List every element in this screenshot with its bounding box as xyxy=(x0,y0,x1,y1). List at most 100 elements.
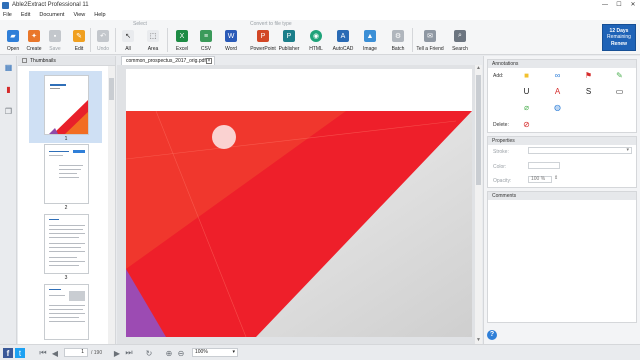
convert-word-button[interactable]: W Word xyxy=(220,28,242,54)
underline-icon[interactable]: U xyxy=(522,87,531,96)
cover-page-artwork xyxy=(126,69,472,337)
text-color-icon[interactable]: A xyxy=(553,87,562,96)
convert-autocad-button[interactable]: A AutoCAD xyxy=(332,28,354,54)
last-page-icon[interactable]: ⏭ xyxy=(124,348,134,358)
menu-help[interactable]: Help xyxy=(94,12,105,18)
twitter-icon[interactable]: t xyxy=(15,348,25,358)
document-viewer: ▲ ▼ xyxy=(117,65,482,344)
ribbon-toolbar: Select Convert to file type ▰ Open ✦ Cre… xyxy=(0,20,640,55)
powerpoint-icon: P xyxy=(257,30,269,42)
document-scroll-knob[interactable] xyxy=(476,75,481,185)
opacity-stepper-icon[interactable]: ⇕ xyxy=(554,175,558,181)
comments-section: Comments xyxy=(487,191,637,323)
ribbon-separator xyxy=(90,28,91,52)
search-button[interactable]: ⌕ Search xyxy=(449,28,471,54)
left-tool-strip: ▦ ▮ ❐ xyxy=(0,56,17,344)
strikethrough-icon[interactable]: S xyxy=(584,87,593,96)
annotations-delete-label: Delete: xyxy=(493,122,509,128)
renew-promo-button[interactable]: 12 Days Remaining Renew xyxy=(602,24,636,51)
rotate-icon[interactable]: ↻ xyxy=(144,348,154,358)
thumbnails-title: Thumbnails xyxy=(30,57,56,64)
thumbnails-scroll-knob[interactable] xyxy=(109,78,114,100)
minimize-button[interactable]: — xyxy=(598,0,612,10)
color-picker[interactable] xyxy=(528,162,560,169)
create-button[interactable]: ✦ Create xyxy=(23,28,45,54)
opacity-input[interactable]: 100 % xyxy=(528,176,552,183)
thumbnail-page-4[interactable] xyxy=(44,284,89,340)
page-number-input[interactable]: 1 xyxy=(64,348,88,357)
stamp-icon[interactable]: ⚑ xyxy=(584,71,593,80)
convert-html-button[interactable]: ◉ HTML xyxy=(305,28,327,54)
ribbon-separator xyxy=(115,28,116,52)
publisher-icon: P xyxy=(283,30,295,42)
html-globe-icon: ◉ xyxy=(310,30,322,42)
sticky-note-icon[interactable]: ■ xyxy=(522,71,531,80)
select-area-button[interactable]: ⬚ Area xyxy=(142,28,164,54)
close-tab-icon[interactable]: × xyxy=(206,58,212,64)
document-tab-bar: common_prospectus_2017_orig.pdf × xyxy=(117,56,482,65)
thumbnail-page-1[interactable] xyxy=(44,75,89,135)
envelope-icon: ✉ xyxy=(424,30,436,42)
undo-button[interactable]: ↶ Undo xyxy=(92,28,114,54)
create-pdf-icon: ✦ xyxy=(28,30,40,42)
thumbnail-page-number: 3 xyxy=(64,275,68,281)
scroll-up-icon[interactable]: ▲ xyxy=(475,65,482,72)
help-icon[interactable]: ? xyxy=(487,330,497,340)
document-tab[interactable]: common_prospectus_2017_orig.pdf × xyxy=(121,56,215,65)
ribbon-separator xyxy=(167,28,168,52)
convert-csv-button[interactable]: ≡ CSV xyxy=(195,28,217,54)
convert-powerpoint-button[interactable]: P PowerPoint xyxy=(250,28,276,54)
thumbnail-page-2[interactable] xyxy=(44,144,89,204)
pencil-icon: ✎ xyxy=(73,30,85,42)
right-panel: Annotations Add: ■ ∞ ⚑ ✎ U A S ▭ ⌀ ◍ Del… xyxy=(483,56,640,344)
zoom-out-icon[interactable]: ⊖ xyxy=(176,348,186,358)
bookmark-icon[interactable]: ▮ xyxy=(3,84,14,95)
csv-icon: ≡ xyxy=(200,30,212,42)
zoom-select[interactable]: 100% ▾ xyxy=(192,348,238,357)
previous-page-icon[interactable]: ◀ xyxy=(50,348,60,358)
text-box-icon[interactable]: ▭ xyxy=(615,87,624,96)
thumbnail-page-number: 1 xyxy=(64,136,68,142)
convert-publisher-button[interactable]: P Publisher xyxy=(278,28,300,54)
attachment-icon[interactable]: ⌀ xyxy=(522,103,531,112)
document-tab-label: common_prospectus_2017_orig.pdf xyxy=(126,58,206,64)
menu-view[interactable]: View xyxy=(73,12,85,18)
word-icon: W xyxy=(225,30,237,42)
convert-image-button[interactable]: ▲ Image xyxy=(359,28,381,54)
menu-document[interactable]: Document xyxy=(39,12,64,18)
status-bar: f t ⏮ ◀ 1 / 190 ▶ ⏭ ↻ ⊕ ⊖ 100% ▾ xyxy=(0,344,640,360)
thumbnails-view-icon[interactable]: ▦ xyxy=(3,62,14,73)
highlighter-icon[interactable]: ✎ xyxy=(615,71,624,80)
autocad-icon: A xyxy=(337,30,349,42)
zoom-in-icon[interactable]: ⊕ xyxy=(164,348,174,358)
chevron-down-icon: ▾ xyxy=(626,147,629,153)
menu-edit[interactable]: Edit xyxy=(21,12,30,18)
area-select-icon: ⬚ xyxy=(147,30,159,42)
facebook-icon[interactable]: f xyxy=(3,348,13,358)
thumbnails-scrollbar[interactable] xyxy=(108,66,115,344)
thumbnail-page-3[interactable] xyxy=(44,214,89,274)
next-page-icon[interactable]: ▶ xyxy=(112,348,122,358)
link-icon[interactable]: ∞ xyxy=(553,71,562,80)
pages-icon[interactable]: ❐ xyxy=(3,106,14,117)
tell-a-friend-button[interactable]: ✉ Tell a Friend xyxy=(416,28,444,54)
menu-file[interactable]: File xyxy=(3,12,12,18)
document-scrollbar[interactable]: ▲ ▼ xyxy=(475,65,482,344)
scroll-down-icon[interactable]: ▼ xyxy=(475,337,482,344)
open-button[interactable]: ▰ Open xyxy=(2,28,24,54)
stroke-select[interactable]: ▾ xyxy=(528,147,632,154)
first-page-icon[interactable]: ⏮ xyxy=(38,348,48,358)
save-button[interactable]: ▪ Save xyxy=(44,28,66,54)
convert-excel-button[interactable]: X Excel xyxy=(171,28,193,54)
maximize-button[interactable]: ☐ xyxy=(612,0,626,10)
batch-button[interactable]: ⚙ Batch xyxy=(387,28,409,54)
thumbnail-page-number: 2 xyxy=(64,205,68,211)
audio-icon[interactable]: ◍ xyxy=(553,103,562,112)
select-all-button[interactable]: ↖ All xyxy=(117,28,139,54)
close-window-button[interactable]: ✕ xyxy=(626,0,640,10)
search-icon: ⌕ xyxy=(454,30,466,42)
collapse-panel-icon[interactable] xyxy=(22,58,27,63)
zoom-value: 100% xyxy=(195,349,208,355)
delete-annotation-icon[interactable]: ⊘ xyxy=(522,120,531,129)
edit-button[interactable]: ✎ Edit xyxy=(68,28,90,54)
